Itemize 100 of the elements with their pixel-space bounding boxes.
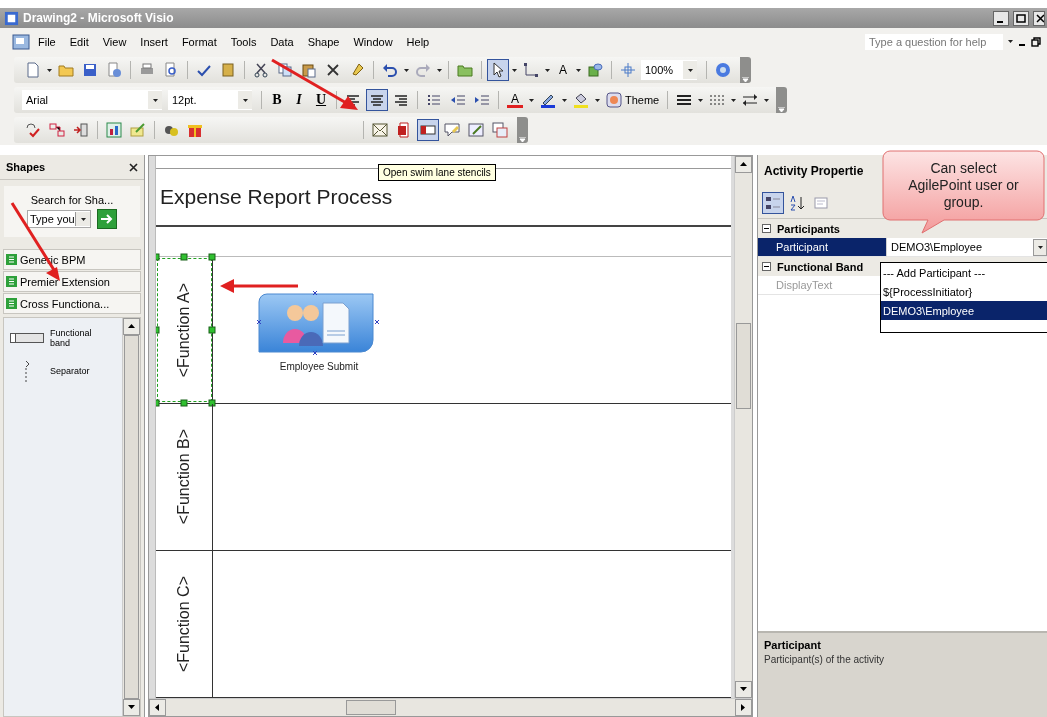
toolbar-options-button[interactable] [740,57,751,83]
stencil-icon [6,276,17,287]
activity-shape[interactable] [257,291,381,357]
categorized-button[interactable] [762,191,784,214]
help-search-field[interactable]: Type a question for help [865,33,1003,50]
dropdown-arrow-icon[interactable] [562,98,567,102]
lane-header[interactable]: <Function C> [156,551,213,697]
dropdown-arrow-icon[interactable] [437,68,442,72]
theme-button[interactable]: Theme [603,89,663,111]
vertical-scrollbar[interactable] [734,156,752,698]
edit-form-icon [468,122,484,138]
dropdown-arrow-icon[interactable] [731,98,737,102]
dropdown-arrow-icon[interactable] [595,98,600,102]
align-center-icon [369,92,385,108]
report-icon [396,122,412,138]
dropdown-arrow-icon[interactable] [1008,40,1013,43]
stencil-tab[interactable]: Cross Functiona... [3,293,141,314]
line-ends-icon [742,92,759,108]
paint-bucket-icon [573,92,589,108]
menu-item[interactable]: Help [400,33,436,50]
stencil-tab[interactable]: Premier Extension [3,271,141,292]
folder-icon [58,62,74,78]
search-go-button[interactable] [97,209,117,229]
dropdown-arrow-icon [687,68,693,72]
import-icon [73,122,89,138]
stencil-icon [6,298,17,309]
bold-button[interactable]: B [267,89,287,111]
scroll-thumb[interactable] [736,323,751,409]
search-field[interactable]: Type you [27,210,91,228]
lane-header[interactable]: <Function B> [156,404,213,550]
chart-button[interactable] [103,119,125,141]
scroll-down-icon[interactable] [128,705,135,710]
clipboard-icon [301,62,317,78]
vertical-scrollbar[interactable] [122,318,140,716]
stencil-shape[interactable]: Separator [4,360,122,382]
font-field[interactable]: Arial [22,90,162,110]
dropdown-arrow-icon[interactable] [47,68,52,72]
horizontal-scrollbar[interactable] [149,698,752,716]
chevron-down-icon [742,77,749,83]
pointer-button[interactable] [487,59,509,81]
font-color-button[interactable]: A [504,89,526,111]
close-icon[interactable] [1033,10,1045,26]
collapse-icon[interactable] [762,224,771,233]
collapse-icon[interactable] [762,262,771,271]
dropdown-arrow-icon[interactable] [529,98,534,102]
stencil-shape[interactable]: Functional band [4,328,122,348]
menu-item[interactable]: Insert [134,33,174,50]
categorized-icon [765,194,781,211]
dropdown-arrow-icon[interactable] [545,68,550,72]
windows-button[interactable] [489,119,511,141]
underline-button[interactable]: U [311,89,331,111]
dropdown-arrow-icon [80,217,86,221]
restore-icon[interactable] [1031,36,1041,47]
undo-icon [382,62,398,78]
menu-item[interactable]: Edit [63,33,95,50]
scroll-left-icon[interactable] [155,704,160,711]
menu-item[interactable]: Format [175,33,223,50]
bullet-list-icon [426,92,442,108]
envelope-icon [372,122,388,138]
scroll-thumb[interactable] [124,335,139,699]
minimize-icon[interactable] [993,10,1009,26]
shapes-icon [587,62,603,78]
align-center-button[interactable] [366,89,388,111]
scroll-up-icon[interactable] [740,162,747,167]
property-pages-icon [813,194,829,211]
property-name[interactable]: Participant [758,238,887,257]
pen-color-icon [540,92,556,108]
zoom-field[interactable]: 100% [641,60,697,80]
scroll-right-icon[interactable] [741,704,746,711]
dropdown-arrow-icon[interactable] [512,68,517,72]
dropdown-arrow-icon[interactable] [698,98,704,102]
window-title: Drawing2 - Microsoft Visio [23,11,175,25]
menu-item[interactable]: Data [264,33,300,50]
dropdown-arrow-icon[interactable] [576,68,581,72]
scissors-icon [253,62,269,78]
document-icon[interactable] [12,33,30,50]
dropdown-option[interactable]: DEMO3\Employee [881,301,1047,320]
menu-item[interactable]: File [32,33,62,50]
maximize-icon[interactable] [1013,10,1029,26]
chart-icon [106,122,122,138]
redo-icon [415,62,431,78]
linked-shapes-icon [49,122,65,138]
pencil-icon [130,122,146,138]
menu-item[interactable]: Tools [224,33,263,50]
menu-item[interactable]: Window [347,33,399,50]
text-button[interactable]: A [553,59,573,81]
close-icon[interactable] [129,162,138,172]
scroll-up-icon[interactable] [128,324,135,329]
menu-item[interactable]: View [96,33,133,50]
swim-lane-button[interactable] [417,119,439,141]
italic-button[interactable]: I [289,89,309,111]
scroll-thumb[interactable] [346,700,396,715]
toolbar-options-button[interactable] [517,117,528,143]
menu-item[interactable]: Shape [301,33,346,50]
dropdown-arrow-icon[interactable] [764,98,770,102]
check-mark-icon [25,122,41,138]
scroll-down-icon[interactable] [740,687,747,692]
toolbar-options-button[interactable] [776,87,788,113]
size-field[interactable]: 12pt. [168,90,252,110]
dropdown-arrow-icon[interactable] [404,68,409,72]
